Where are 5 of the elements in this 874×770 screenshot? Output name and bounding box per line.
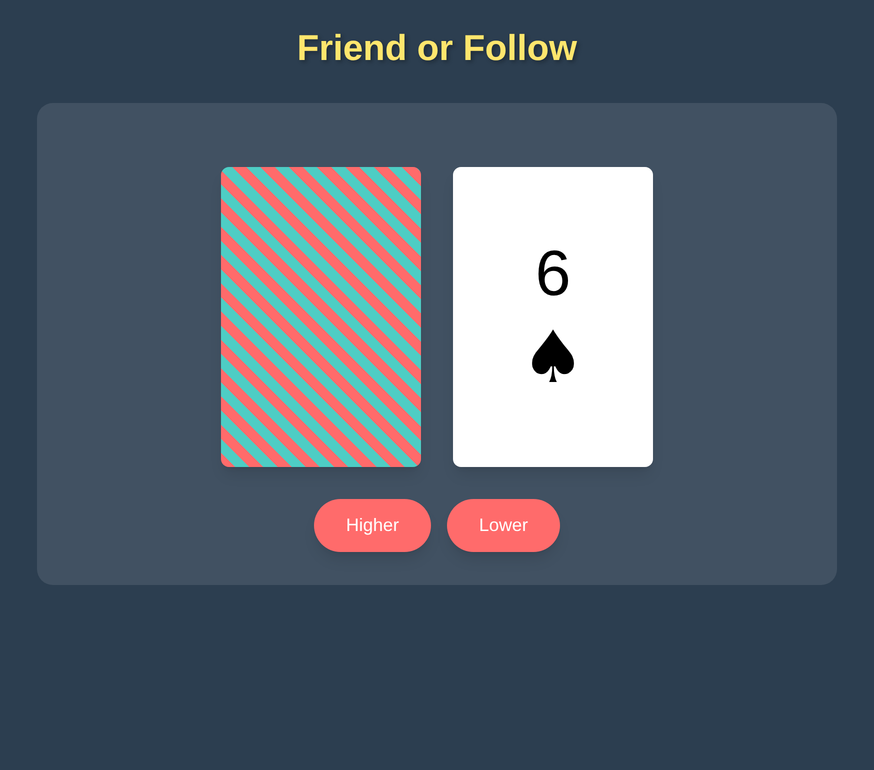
card-rank: 6 — [535, 237, 571, 309]
guess-button[interactable]: Higher — [314, 499, 431, 552]
card-suit: ♠ — [520, 317, 586, 397]
game-title: Friend or Follow — [297, 28, 577, 68]
guess-button[interactable]: Lower — [447, 499, 560, 552]
